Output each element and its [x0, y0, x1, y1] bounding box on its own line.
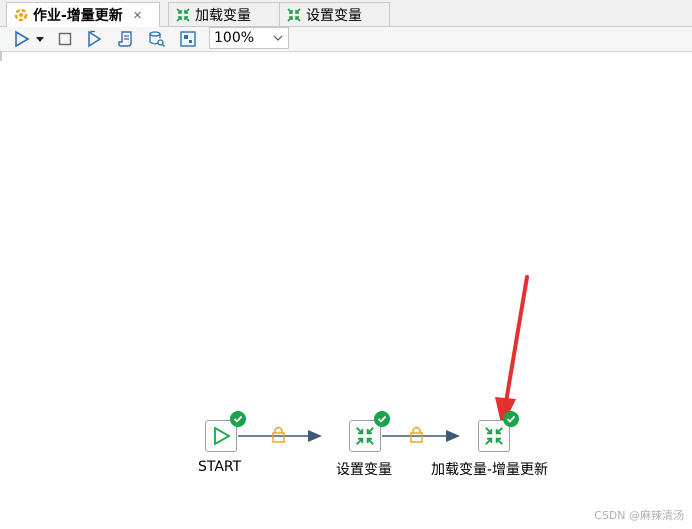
- hops-layer: [238, 275, 529, 443]
- play-icon: [214, 426, 231, 446]
- tab-close-icon[interactable]: ✕: [133, 9, 142, 22]
- lock-icon[interactable]: [410, 426, 423, 443]
- transform-icon: [356, 427, 374, 445]
- preview-button[interactable]: [85, 29, 105, 49]
- hop-arrowhead: [308, 430, 322, 442]
- editor-tab-bar: 作业-增量更新 ✕ 加载变量 设置变量: [0, 0, 692, 27]
- transform-icon: [286, 7, 302, 23]
- transform-icon: [175, 7, 191, 23]
- dropdown-arrow-icon: [36, 37, 44, 42]
- stop-button[interactable]: [55, 29, 75, 49]
- run-icon: [15, 30, 30, 48]
- db-search-icon: [149, 31, 165, 47]
- tab-label: 作业-增量更新: [33, 8, 123, 24]
- hop-arrowhead: [446, 430, 460, 442]
- tab-set-variables[interactable]: 设置变量: [279, 2, 390, 26]
- zoom-select[interactable]: 100%: [209, 27, 289, 49]
- success-check-icon: [503, 411, 519, 427]
- node-label: 设置变量: [336, 462, 392, 478]
- zoom-value: 100%: [214, 30, 255, 46]
- tab-job-incremental-update[interactable]: 作业-增量更新 ✕: [6, 2, 160, 27]
- lock-icon[interactable]: [272, 426, 285, 443]
- tab-label: 加载变量: [195, 7, 251, 24]
- annotation-arrow: [495, 275, 529, 428]
- db-search-button[interactable]: [147, 29, 167, 49]
- success-check-icon: [230, 411, 246, 427]
- node-label: 加载变量-增量更新: [431, 462, 549, 478]
- stop-icon: [58, 32, 72, 46]
- preview-icon: [88, 30, 102, 48]
- script-button[interactable]: [116, 29, 136, 49]
- script-icon: [118, 31, 132, 47]
- watermark: CSDN @麻辣清汤: [594, 509, 684, 522]
- transform-icon: [485, 427, 503, 445]
- job-icon: [13, 7, 29, 23]
- job-canvas[interactable]: START 设置变量 加载变量-增量更新 CSDN @麻辣清汤: [0, 52, 692, 529]
- tab-load-variables[interactable]: 加载变量: [168, 2, 280, 26]
- chevron-down-icon: [273, 35, 283, 41]
- success-check-icon: [374, 411, 390, 427]
- job-toolbar: 100%: [0, 27, 692, 52]
- run-button[interactable]: [12, 29, 32, 49]
- tab-label: 设置变量: [306, 7, 362, 24]
- node-label: START: [198, 459, 242, 475]
- run-options-dropdown[interactable]: [34, 29, 46, 49]
- layout-icon: [180, 31, 196, 47]
- layout-button[interactable]: [178, 29, 198, 49]
